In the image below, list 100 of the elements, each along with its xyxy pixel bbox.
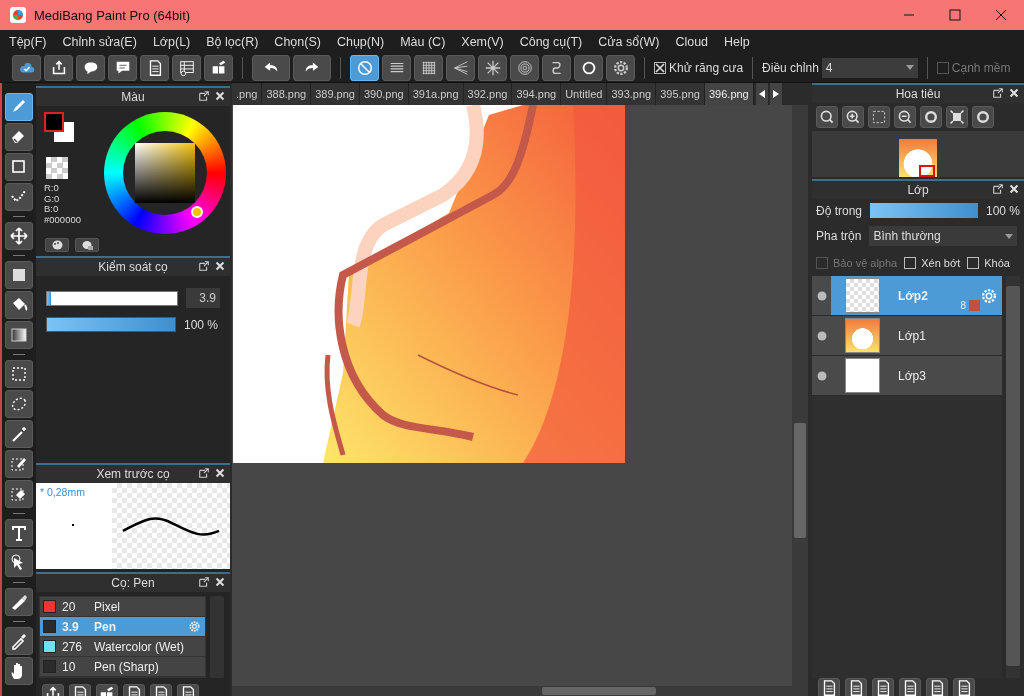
- snap-button[interactable]: [510, 54, 539, 81]
- visibility-dot-icon[interactable]: [816, 370, 827, 381]
- layer-button[interactable]: [818, 678, 840, 696]
- visibility-dot-icon[interactable]: [816, 330, 827, 341]
- horizontal-scrollbar[interactable]: [232, 686, 808, 696]
- navigator-thumbnail[interactable]: [899, 139, 937, 177]
- menu-item[interactable]: Lớp(L): [147, 34, 196, 49]
- tool-button[interactable]: [5, 657, 33, 685]
- brush-item[interactable]: 276 Watercolor (Wet): [40, 637, 205, 657]
- palette-button[interactable]: [75, 238, 99, 252]
- layer-option-checkbox[interactable]: [967, 257, 980, 269]
- antialias-checkbox[interactable]: [654, 61, 666, 74]
- navigator-button[interactable]: [842, 106, 864, 128]
- close-icon[interactable]: [995, 9, 1007, 21]
- popout-icon[interactable]: [992, 183, 1004, 195]
- popout-icon[interactable]: [198, 260, 210, 272]
- navigator-button[interactable]: [946, 106, 968, 128]
- snap-button[interactable]: [382, 54, 411, 81]
- tool-button[interactable]: [5, 123, 33, 151]
- tool-button[interactable]: [5, 261, 33, 289]
- popout-icon[interactable]: [198, 467, 210, 479]
- tool-button[interactable]: [5, 291, 33, 319]
- tool-button[interactable]: [5, 519, 33, 547]
- toolbar-button[interactable]: [76, 54, 105, 81]
- brush-size-value[interactable]: 3.9: [186, 288, 220, 308]
- maximize-icon[interactable]: [949, 9, 961, 21]
- snap-button[interactable]: [414, 54, 443, 81]
- snap-button[interactable]: [446, 54, 475, 81]
- menu-item[interactable]: Help: [719, 34, 755, 49]
- menu-item[interactable]: Cloud: [670, 34, 714, 49]
- layer-option-checkbox[interactable]: [904, 257, 917, 269]
- brush-opacity-slider[interactable]: [46, 317, 176, 332]
- visibility-dot-icon[interactable]: [816, 290, 827, 301]
- color-swatch-pair[interactable]: [44, 112, 74, 142]
- tool-button[interactable]: [5, 420, 33, 448]
- document-tab[interactable]: 394.png: [512, 83, 562, 105]
- menu-item[interactable]: Chụp(N): [331, 34, 390, 49]
- menu-item[interactable]: Chọn(S): [269, 34, 326, 49]
- toolbar-button[interactable]: [12, 54, 41, 81]
- tool-button[interactable]: [5, 153, 33, 181]
- navigator-button[interactable]: [816, 106, 838, 128]
- toolbar-button[interactable]: [108, 54, 137, 81]
- menu-item[interactable]: Chỉnh sửa(E): [57, 34, 142, 49]
- menu-item[interactable]: Công cụ(T): [514, 34, 588, 49]
- tool-button[interactable]: [5, 183, 33, 211]
- redo-button[interactable]: [293, 54, 331, 81]
- document-tab[interactable]: 393.png: [607, 83, 657, 105]
- tool-button[interactable]: [5, 390, 33, 418]
- settings-button[interactable]: [606, 54, 635, 81]
- scroll-left-button[interactable]: [755, 83, 768, 105]
- blend-mode-dropdown[interactable]: Bình thường: [869, 226, 1018, 246]
- tool-button[interactable]: [5, 321, 33, 349]
- document-tab[interactable]: 388.png: [262, 83, 312, 105]
- snap-button[interactable]: [478, 54, 507, 81]
- navigator-button[interactable]: [920, 106, 942, 128]
- palette-button[interactable]: [45, 238, 69, 252]
- menu-item[interactable]: Xem(V): [456, 34, 509, 49]
- navigator-button[interactable]: [972, 106, 994, 128]
- tool-button[interactable]: [5, 222, 33, 250]
- settings-icon[interactable]: [188, 620, 201, 633]
- menu-item[interactable]: Tệp(F): [4, 34, 52, 49]
- settings-icon[interactable]: [980, 286, 998, 305]
- tool-button[interactable]: [5, 450, 33, 478]
- tool-button[interactable]: [5, 588, 33, 616]
- snap-button[interactable]: [574, 54, 603, 81]
- tool-button[interactable]: [5, 627, 33, 655]
- layer-opacity-slider[interactable]: [870, 203, 978, 218]
- popout-icon[interactable]: [198, 576, 210, 588]
- menu-item[interactable]: Màu (C): [395, 34, 451, 49]
- document-tab[interactable]: 390.png: [359, 83, 409, 105]
- tool-button[interactable]: [5, 549, 33, 577]
- scroll-right-button[interactable]: [769, 83, 782, 105]
- popout-icon[interactable]: [198, 90, 210, 102]
- snap-button[interactable]: [350, 54, 379, 81]
- undo-button[interactable]: [252, 54, 290, 81]
- vertical-scrollbar[interactable]: [792, 105, 808, 686]
- toolbar-button[interactable]: [44, 54, 73, 81]
- menu-item[interactable]: Cửa sổ(W): [593, 34, 665, 49]
- transparent-color-swatch[interactable]: [46, 157, 68, 179]
- toolbar-button[interactable]: [172, 54, 201, 81]
- brush-item[interactable]: 10 Pen (Sharp): [40, 657, 205, 677]
- document-tab[interactable]: 392.png: [463, 83, 513, 105]
- navigator-button[interactable]: [894, 106, 916, 128]
- popout-icon[interactable]: [992, 87, 1004, 99]
- document-tab[interactable]: 396.png: [704, 83, 754, 105]
- menu-item[interactable]: Bộ lọc(R): [201, 34, 264, 49]
- scrollbar[interactable]: [1006, 276, 1020, 678]
- brush-size-slider[interactable]: [46, 290, 178, 306]
- adjust-dropdown[interactable]: 4: [821, 57, 918, 78]
- document-tab[interactable]: .png: [232, 83, 263, 105]
- tool-button[interactable]: [5, 480, 33, 508]
- tool-button[interactable]: [5, 360, 33, 388]
- document-tab[interactable]: 389.png: [311, 83, 360, 105]
- document-tab[interactable]: 391a.png: [408, 83, 464, 105]
- toolbar-button[interactable]: [204, 54, 233, 81]
- navigator-button[interactable]: [868, 106, 890, 128]
- document-tab[interactable]: Untitled: [561, 83, 608, 105]
- snap-button[interactable]: [542, 54, 571, 81]
- toolbar-button[interactable]: [140, 54, 169, 81]
- document-tab[interactable]: 395.png: [656, 83, 705, 105]
